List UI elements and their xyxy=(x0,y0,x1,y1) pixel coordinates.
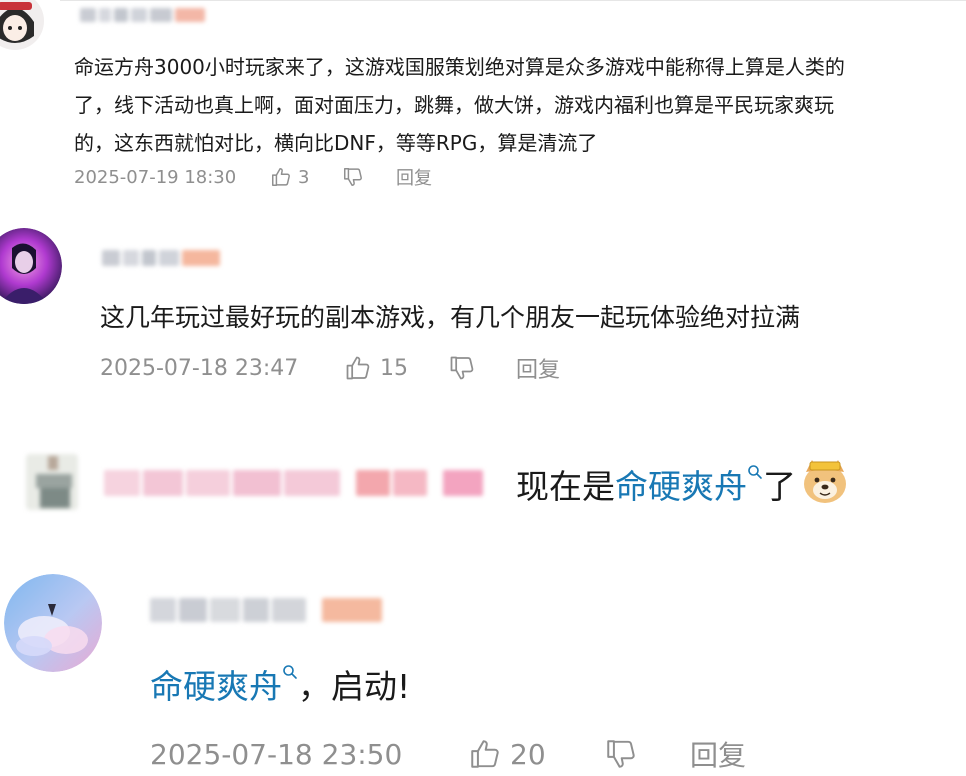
username-blurred[interactable] xyxy=(102,250,220,266)
comment-meta: 2025-07-18 23:47 15 回复 xyxy=(100,352,560,384)
comment-suffix: 了 xyxy=(763,467,796,506)
like-count: 3 xyxy=(298,166,310,188)
topic-link[interactable]: 命硬爽舟 xyxy=(615,467,747,506)
comment-line: 命运方舟3000小时玩家来了，这游戏国服策划绝对算是众多游戏中能称得上算是人类的 xyxy=(74,55,845,79)
doge-emoji xyxy=(804,460,846,503)
topic-link[interactable]: 命硬爽舟 xyxy=(150,667,282,706)
reply-button[interactable]: 回复 xyxy=(396,164,432,190)
comment-meta: 2025-07-19 18:30 3 回复 xyxy=(74,163,432,191)
dislike-button[interactable] xyxy=(448,354,516,382)
thumbs-down-icon xyxy=(344,168,362,186)
avatar[interactable] xyxy=(26,454,78,510)
comment-line: 了，线下活动也真上啊，面对面压力，跳舞，做大饼，游戏内福利也算是平民玩家爽玩 xyxy=(74,93,834,117)
thumbs-up-icon xyxy=(471,740,499,768)
comment-suffix: ，启动! xyxy=(298,667,411,706)
thumbs-down-icon xyxy=(450,356,474,380)
dislike-button[interactable] xyxy=(342,166,396,188)
username-blurred[interactable] xyxy=(150,598,382,622)
avatar[interactable] xyxy=(0,228,62,304)
comment-date: 2025-07-19 18:30 xyxy=(74,166,237,188)
comment-line: 的，这东西就怕对比，横向比DNF，等等RPG，算是清流了 xyxy=(74,131,598,155)
reply-button[interactable]: 回复 xyxy=(516,352,560,384)
comment-prefix: 现在是 xyxy=(516,467,615,506)
thumbs-up-icon xyxy=(272,168,290,186)
avatar[interactable] xyxy=(0,0,44,50)
comment-text: 现在是命硬爽舟 了 xyxy=(516,456,850,512)
comment-meta: 2025-07-18 23:50 20 回复 xyxy=(150,734,746,774)
search-icon[interactable] xyxy=(282,664,298,680)
thumbs-down-icon xyxy=(607,740,635,768)
dislike-button[interactable] xyxy=(604,737,690,771)
top-divider xyxy=(60,0,966,1)
like-count: 20 xyxy=(510,737,546,771)
like-button[interactable]: 3 xyxy=(270,166,342,188)
thumbs-up-icon xyxy=(346,356,370,380)
comment-text: 这几年玩过最好玩的副本游戏，有几个朋友一起玩体验绝对拉满 xyxy=(100,303,801,332)
comment-date: 2025-07-18 23:50 xyxy=(150,737,403,771)
like-count: 15 xyxy=(380,355,408,381)
like-button[interactable]: 15 xyxy=(344,354,448,382)
avatar[interactable] xyxy=(4,574,102,672)
search-icon[interactable] xyxy=(747,464,763,480)
comment-text: 命硬爽舟 ，启动! xyxy=(150,662,410,712)
like-button[interactable]: 20 xyxy=(468,737,604,771)
username-blurred[interactable] xyxy=(80,8,205,22)
comment-date: 2025-07-18 23:47 xyxy=(100,355,299,381)
reply-button[interactable]: 回复 xyxy=(690,734,746,774)
username-blurred[interactable] xyxy=(104,470,483,496)
comment-text: 命运方舟3000小时玩家来了，这游戏国服策划绝对算是众多游戏中能称得上算是人类的… xyxy=(74,48,845,162)
